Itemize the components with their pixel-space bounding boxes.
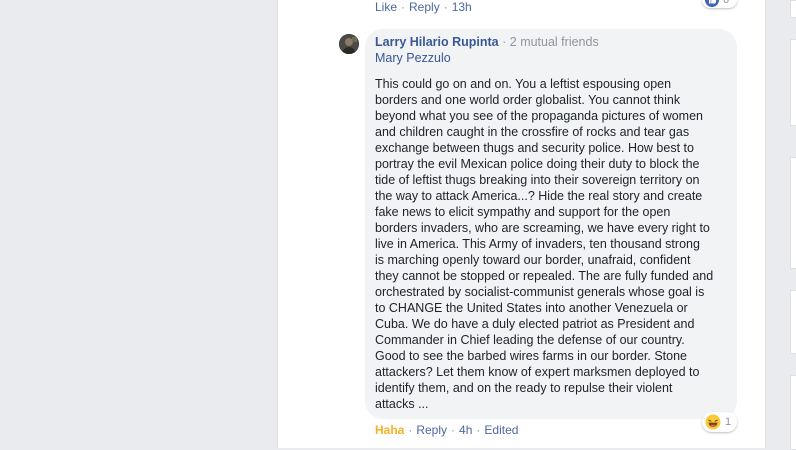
comment-text-line: live in America. This Army of invaders, …: [375, 237, 700, 251]
separator-dot: ·: [408, 423, 413, 437]
author-name-link[interactable]: Larry Hilario Rupinta: [375, 35, 499, 49]
separator-dot: ·: [476, 423, 481, 437]
comment-text-line: attackers? Let them know of expert marks…: [375, 365, 700, 379]
separator-dot: ·: [443, 0, 448, 14]
haha-reaction-link[interactable]: Haha: [375, 423, 404, 437]
comment-text-line: identify them, and on the ready to repul…: [375, 381, 673, 395]
prev-reaction-pill[interactable]: 6: [702, 0, 737, 8]
timestamp-link[interactable]: 13h: [452, 0, 472, 14]
comment-text-line: Good to see the barbed wires farms in ou…: [375, 349, 687, 363]
comment-text-line: tide of leftist thugs breaking into thei…: [375, 173, 700, 187]
like-link[interactable]: Like: [375, 0, 397, 14]
comment-text-line: This could go on and on. You a leftist e…: [375, 77, 672, 91]
comment-text-line: fake news to elicit sympathy and support…: [375, 205, 671, 219]
comment-text-line: attacks ...: [375, 397, 429, 411]
comment-text-line: orchestrated by socialist-communist gene…: [375, 285, 705, 299]
haha-emoji-icon: [705, 414, 721, 430]
right-column-card-edge: [790, 0, 796, 18]
reaction-count: 6: [723, 0, 730, 6]
like-reaction-icon: [705, 0, 719, 7]
reply-link[interactable]: Reply: [416, 423, 447, 437]
comment-text-line: they cannot be stopped or repealed. The …: [375, 269, 714, 283]
comment-body: This could go on and on. You a leftist e…: [375, 76, 731, 412]
comment-text-line: the way to attack America...? Hide the r…: [375, 189, 703, 203]
comment-text-line: beyond what you see of the propaganda pi…: [375, 109, 703, 123]
mentioned-user-link[interactable]: Mary Pezzulo: [375, 51, 451, 65]
reply-link[interactable]: Reply: [409, 0, 440, 14]
right-column-card-edge: [790, 39, 796, 126]
prev-comment-actions: Like · Reply · 13h: [375, 0, 472, 14]
comment-text-line: to CHANGE the United States into another…: [375, 301, 688, 315]
timestamp-link[interactable]: 4h: [459, 423, 472, 437]
avatar[interactable]: [339, 34, 359, 54]
edited-label[interactable]: Edited: [484, 423, 518, 437]
comment-text-line: Cuba. We do have a duly elected patriot …: [375, 317, 695, 331]
comment-text-line: borders and one world order globalist. Y…: [375, 93, 681, 107]
mutual-friends-link[interactable]: 2 mutual friends: [510, 35, 599, 49]
comment-reaction-pill[interactable]: 1: [702, 412, 737, 432]
reaction-count: 1: [725, 416, 732, 428]
mutual-friends-separator: ·: [502, 35, 510, 49]
comment-text-line: borders invaders, who are screaming, we …: [375, 221, 710, 235]
right-column-card-edge: [790, 375, 796, 450]
right-column-card-edge: [790, 290, 796, 354]
comment-header: Larry Hilario Rupinta · 2 mutual friends: [375, 35, 599, 49]
separator-dot: ·: [451, 423, 456, 437]
comment-text-line: exchange between thugs and security poli…: [375, 141, 694, 155]
separator-dot: ·: [401, 0, 406, 14]
comment-text-line: Commander in Chief leading the defense o…: [375, 333, 685, 347]
comment-text-line: is marching openly toward our border, un…: [375, 253, 691, 267]
comment-actions: Haha · Reply · 4h · Edited: [375, 423, 518, 437]
avatar-image: [339, 34, 359, 54]
right-column-card-edge: [790, 157, 796, 269]
comment-text-line: portray the evil Mexican police doing th…: [375, 157, 700, 171]
comment-text-line: and children caught in the crossfire of …: [375, 125, 690, 139]
